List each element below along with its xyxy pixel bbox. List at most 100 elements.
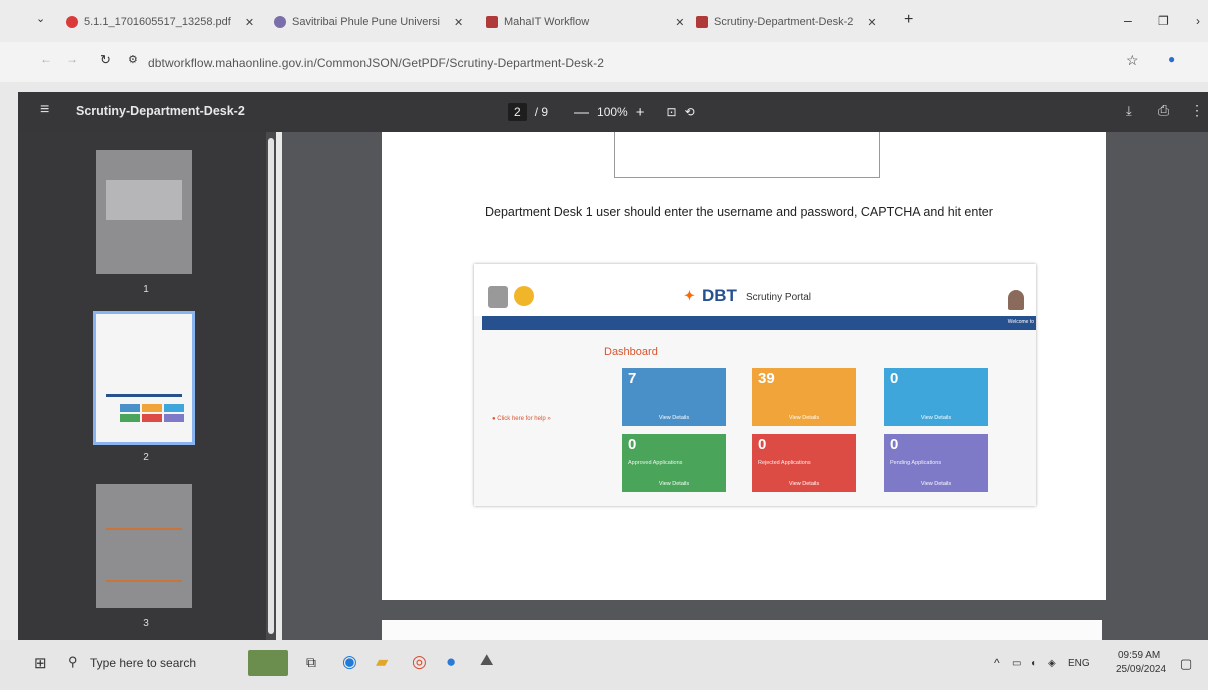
- close-icon[interactable]: ✕: [454, 16, 463, 29]
- site-info-icon[interactable]: ⚙: [128, 53, 138, 66]
- pdf-title: Scrutiny-Department-Desk-2: [76, 104, 245, 118]
- more-options-icon[interactable]: ⋮: [1190, 102, 1204, 119]
- print-icon[interactable]: ⎙: [1158, 102, 1169, 119]
- edge-icon[interactable]: ◉: [342, 652, 357, 672]
- tile-value: 0: [890, 370, 899, 387]
- portal-screenshot: ✦ DBT Scrutiny Portal Welcome to ● Click…: [474, 264, 1036, 506]
- zoom-level[interactable]: 100%: [597, 105, 628, 119]
- news-widget-icon[interactable]: [248, 650, 288, 676]
- zoom-out-icon[interactable]: —: [574, 104, 589, 121]
- reload-icon[interactable]: ↻: [100, 52, 111, 68]
- help-link[interactable]: ● Click here for help »: [492, 416, 551, 422]
- tile-pending-applications[interactable]: 0 Pending Applications View Details: [884, 434, 988, 492]
- tile-approved-applications[interactable]: 0 Approved Applications View Details: [622, 434, 726, 492]
- download-icon[interactable]: ⤓: [1126, 103, 1132, 119]
- thumbnail-page-1[interactable]: [96, 150, 192, 274]
- thumbnail-content: [142, 404, 162, 412]
- chevron-up-icon[interactable]: ^: [994, 656, 1000, 670]
- pdf-toolbar: ≡ Scrutiny-Department-Desk-2 2 / 9 — 100…: [18, 92, 1208, 132]
- close-icon[interactable]: ✕: [675, 16, 684, 29]
- tile-view-details[interactable]: View Details: [622, 481, 726, 487]
- thumbnail-label: 2: [143, 452, 149, 463]
- thumbnail-page-2[interactable]: [93, 311, 195, 445]
- windows-start-icon[interactable]: ⊞: [34, 654, 47, 672]
- rotate-icon[interactable]: ⟲: [685, 105, 695, 119]
- forward-icon[interactable]: →: [66, 52, 78, 66]
- tab-label: Savitribai Phule Pune Universi: [292, 16, 440, 28]
- close-icon[interactable]: ✕: [245, 16, 254, 29]
- zoom-in-icon[interactable]: +: [636, 104, 645, 121]
- thumbnail-content: [106, 580, 182, 582]
- thumbnail-label: 3: [143, 618, 149, 629]
- browser-tab-bar: ⌄ 5.1.1_1701605517_13258.pdf ✕ Savitriba…: [0, 0, 1208, 42]
- page-caption: Department Desk 1 user should enter the …: [485, 205, 993, 219]
- volume-icon[interactable]: ◖: [1030, 658, 1036, 669]
- restore-icon[interactable]: ❐: [1158, 14, 1169, 28]
- tile-value: 0: [758, 436, 767, 453]
- language-indicator[interactable]: ENG: [1068, 658, 1090, 669]
- tab-mahait-workflow[interactable]: MahaIT Workflow ✕: [486, 10, 696, 34]
- address-bar: ← → ↻ ⚙ dbtworkflow.mahaonline.gov.in/Co…: [0, 42, 1208, 82]
- windows-taskbar: ⊞ ⚲ Type here to search ⧉ ◉ ▰ ◎ ● ⛰ ^ ▭ …: [0, 640, 1208, 690]
- thumbnail-content: [164, 414, 184, 422]
- tile-view-details[interactable]: View Details: [752, 415, 856, 421]
- tile-view-details[interactable]: View Details: [884, 481, 988, 487]
- file-explorer-icon[interactable]: ▰: [376, 652, 388, 672]
- thumbnail-content: [106, 394, 182, 397]
- info-icon: ●: [492, 416, 496, 422]
- tile-value: 0: [890, 436, 899, 453]
- tab-pdf[interactable]: 5.1.1_1701605517_13258.pdf ✕: [66, 10, 256, 34]
- tile-label: Pending Applications: [890, 460, 942, 466]
- menu-icon[interactable]: ≡: [40, 101, 49, 119]
- back-icon[interactable]: ←: [40, 52, 52, 66]
- help-link-text: Click here for help: [497, 416, 546, 422]
- app-icon[interactable]: ●: [446, 652, 456, 672]
- photos-icon[interactable]: ⛰: [480, 652, 493, 670]
- notification-icon[interactable]: ▢: [1180, 656, 1192, 672]
- thumbnail-content: [120, 404, 140, 412]
- thumbnail-page-3[interactable]: [96, 484, 192, 608]
- battery-icon[interactable]: ◈: [1048, 658, 1056, 669]
- chrome-icon[interactable]: ◎: [412, 652, 427, 672]
- page-number-input[interactable]: 2: [508, 103, 527, 121]
- tile-total-departments[interactable]: 7 View Details: [622, 368, 726, 426]
- previous-image-frame: [614, 132, 880, 178]
- thumbnail-label: 1: [143, 284, 149, 295]
- close-window-icon[interactable]: ›: [1196, 14, 1200, 28]
- aaple-sarkar-logo-icon: ✦: [684, 288, 695, 303]
- portal-nav-band: Welcome to: [482, 316, 1036, 330]
- new-tab-icon[interactable]: +: [904, 11, 913, 29]
- dashboard-title: Dashboard: [604, 346, 658, 358]
- page-total: / 9: [534, 105, 549, 119]
- network-icon[interactable]: ▭: [1012, 658, 1021, 669]
- url-field[interactable]: dbtworkflow.mahaonline.gov.in/CommonJSON…: [148, 56, 604, 70]
- profile-icon[interactable]: ●: [1168, 52, 1175, 66]
- thumbnail-content: [106, 528, 182, 530]
- tab-university[interactable]: Savitribai Phule Pune Universi ✕: [274, 10, 474, 34]
- tile-value: 0: [628, 436, 637, 453]
- sidebar-scrollbar-thumb[interactable]: [268, 138, 274, 634]
- tile-view-details[interactable]: View Details: [752, 481, 856, 487]
- close-icon[interactable]: ✕: [867, 16, 876, 29]
- tile-view-details[interactable]: View Details: [884, 415, 988, 421]
- university-icon: [274, 16, 286, 28]
- search-icon[interactable]: ⚲: [68, 654, 78, 670]
- clock-date[interactable]: 25/09/2024: [1116, 664, 1166, 675]
- fit-page-icon[interactable]: ⊡: [667, 105, 677, 119]
- thumbnail-content: [164, 404, 184, 412]
- minimize-icon[interactable]: –: [1124, 12, 1132, 28]
- bookmark-star-icon[interactable]: ☆: [1126, 52, 1139, 69]
- chevron-right-icon: »: [547, 416, 551, 422]
- task-view-icon[interactable]: ⧉: [306, 654, 316, 671]
- tab-scrutiny[interactable]: Scrutiny-Department-Desk-2 ✕: [696, 10, 906, 34]
- tile-value: 7: [628, 370, 637, 387]
- thumbnail-sidebar: 1 2 3: [18, 132, 274, 640]
- clock-time[interactable]: 09:59 AM: [1118, 650, 1160, 661]
- tile-total-schemes[interactable]: 39 View Details: [752, 368, 856, 426]
- tab-label: Scrutiny-Department-Desk-2: [714, 16, 854, 28]
- tile-rejected-applications[interactable]: 0 Rejected Applications View Details: [752, 434, 856, 492]
- tile-view-details[interactable]: View Details: [622, 415, 726, 421]
- tile-applications-received[interactable]: 0 View Details: [884, 368, 988, 426]
- taskbar-search-input[interactable]: Type here to search: [90, 656, 196, 670]
- tab-search-chevron-icon[interactable]: ⌄: [36, 12, 45, 25]
